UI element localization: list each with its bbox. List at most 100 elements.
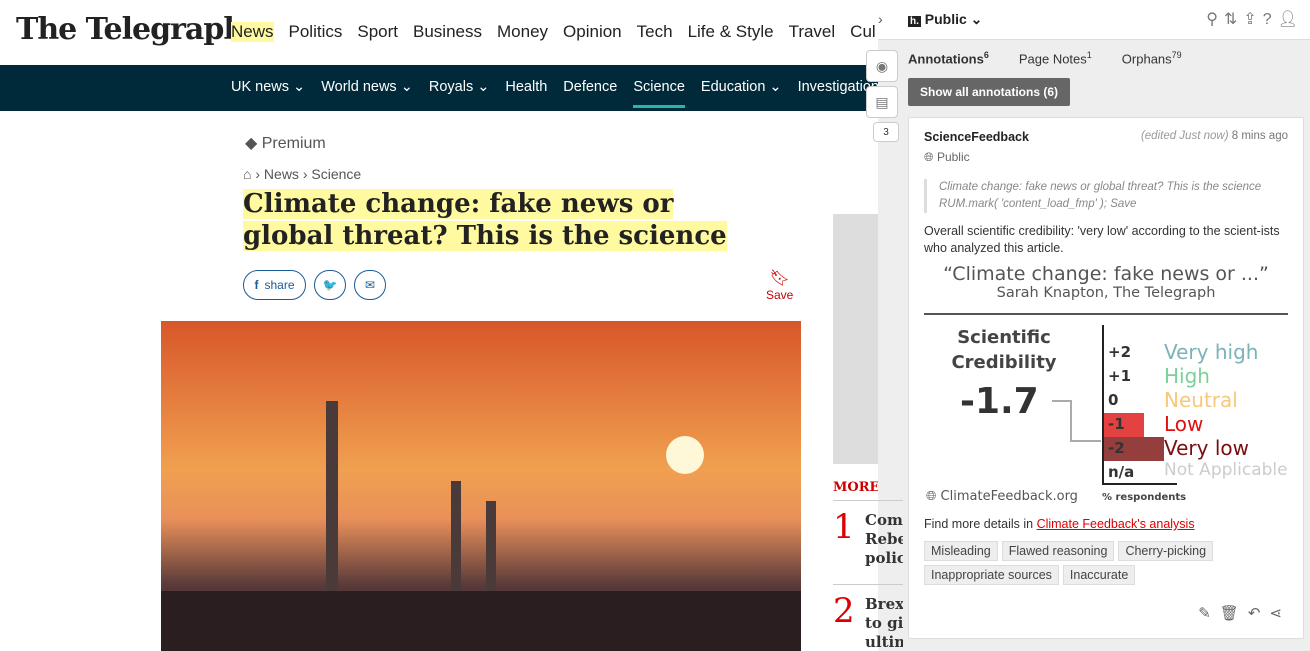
top-nav-item[interactable]: Business	[413, 22, 482, 42]
twitter-icon: 🐦	[322, 278, 338, 292]
top-nav-item[interactable]: Politics	[289, 22, 343, 42]
group-selector[interactable]: h. Public ⌄	[908, 11, 982, 28]
sub-nav-item[interactable]: Royals ⌄	[429, 79, 490, 108]
credibility-label: Scientific Credibility	[951, 327, 1057, 373]
chimney	[486, 501, 496, 591]
sub-nav-item[interactable]: Science	[633, 79, 685, 108]
top-nav-item[interactable]: Sport	[357, 22, 398, 42]
ground	[161, 591, 801, 651]
top-nav-item[interactable]: Cul	[850, 22, 876, 42]
tag[interactable]: Misleading	[924, 541, 998, 561]
visibility-label: Public	[936, 150, 970, 164]
sub-nav-item[interactable]: Defence	[563, 79, 617, 108]
tab-label: Page Notes	[1018, 51, 1087, 67]
collapse-icon[interactable]: ›	[878, 11, 883, 27]
advertisement[interactable]	[833, 214, 878, 464]
source-text: ClimateFeedback.org	[940, 489, 1078, 504]
story-title[interactable]: Comm Rebe polic	[865, 511, 903, 568]
level-name: Neutral	[1164, 388, 1238, 412]
telegraph-logo[interactable]: The Telegraph	[16, 12, 245, 47]
sidebar-toolstrip: ◉ ▤ 3	[866, 50, 899, 146]
y-axis	[1102, 325, 1104, 485]
level-name: Very low	[1164, 436, 1249, 460]
save-button[interactable]: 🔖︎ Save	[766, 268, 793, 302]
edited-label: (edited Just now)	[1140, 130, 1229, 142]
breadcrumb-news[interactable]: News	[264, 166, 299, 182]
climatefeedback-logo: 🌐︎ ClimateFeedback.org	[926, 489, 1078, 504]
chimney	[326, 401, 338, 591]
tab-page-notes[interactable]: Page Notes1	[1019, 50, 1092, 66]
new-page-note-button[interactable]: ▤	[866, 86, 898, 118]
facebook-icon: f	[254, 278, 259, 292]
level-value: +1	[1108, 367, 1132, 385]
email-share-button[interactable]: ✉	[354, 270, 386, 300]
tab-annotations[interactable]: Annotations6	[908, 50, 989, 66]
email-icon: ✉	[364, 278, 376, 292]
tab-orphans[interactable]: Orphans79	[1122, 50, 1182, 66]
group-name: Public	[924, 11, 967, 27]
sidebar-tabs: Annotations6 Page Notes1 Orphans79	[908, 50, 1182, 66]
tag[interactable]: Inaccurate	[1062, 565, 1136, 585]
top-nav-item[interactable]: Tech	[637, 22, 673, 42]
twitter-share-button[interactable]: 🐦	[314, 270, 346, 300]
show-all-annotations-button[interactable]: Show all annotations (6)	[908, 78, 1071, 106]
top-nav: News Politics Sport Business Money Opinion Tec…	[231, 22, 876, 42]
story-item[interactable]: 1 Comm Rebe polic	[833, 500, 903, 584]
top-nav-item[interactable]: Travel	[789, 22, 836, 42]
search-icon[interactable]: ⚲	[1206, 11, 1224, 28]
tab-count: 6	[983, 50, 989, 60]
sub-nav-bar: UK news ⌄ World news ⌄ Royals ⌄ Health Defen…	[0, 65, 886, 111]
axis-label: % respondents	[1102, 492, 1187, 503]
tab-count: 79	[1171, 50, 1182, 60]
tab-count: 1	[1086, 50, 1092, 60]
top-nav-item[interactable]: Opinion	[563, 22, 622, 42]
breadcrumb-science[interactable]: Science	[311, 166, 361, 182]
annotation-quote: Climate change: fake news or global thre…	[924, 179, 1288, 213]
top-nav-item[interactable]: Life & Style	[688, 22, 774, 42]
tag[interactable]: Flawed reasoning	[1001, 541, 1115, 561]
badge-count: 3	[883, 126, 889, 138]
top-nav-item[interactable]: News	[231, 22, 274, 42]
tag[interactable]: Inappropriate sources	[924, 565, 1059, 585]
annotation-time[interactable]: 8 mins ago	[1232, 130, 1288, 142]
home-icon[interactable]: ⌂	[243, 166, 251, 182]
annotation-body: Overall scientific credibility: 'very lo…	[924, 224, 1280, 255]
delete-icon[interactable]: 🗑︎	[1220, 605, 1248, 622]
annotation-user[interactable]: ScienceFeedback	[924, 130, 1029, 144]
facebook-share-button[interactable]: f share	[243, 270, 306, 300]
sub-nav-item[interactable]: Education ⌄	[701, 79, 782, 108]
globe-icon: 🌐︎	[924, 150, 934, 164]
figure-title: “Climate change: fake news or ...”	[943, 263, 1269, 285]
sub-nav-item[interactable]: World news ⌄	[321, 79, 413, 108]
story-number: 2	[833, 591, 855, 631]
sort-icon[interactable]: ⇅	[1224, 11, 1243, 28]
level-name: High	[1164, 364, 1210, 388]
edit-icon[interactable]: ✎	[1198, 605, 1220, 622]
story-number: 1	[833, 507, 855, 547]
sub-nav-item[interactable]: UK news ⌄	[231, 79, 305, 108]
annotation-count-badge[interactable]: 3	[873, 122, 899, 142]
arrow-line	[1052, 400, 1072, 442]
analysis-link[interactable]: Climate Feedback's analysis	[1037, 517, 1195, 531]
toggle-highlights-button[interactable]: ◉	[866, 50, 898, 82]
level-name: Not Applicable	[1164, 460, 1288, 480]
hero-image	[161, 321, 801, 651]
tag[interactable]: Cherry-picking	[1118, 541, 1214, 561]
reply-icon[interactable]: ↶	[1248, 605, 1270, 622]
share-icon[interactable]: ⋖	[1269, 605, 1291, 622]
hypothesis-sidebar: › h. Public ⌄ ⚲⇅⇪?👤︎ Annotations6 Page N…	[878, 0, 1310, 651]
level-value: +2	[1108, 343, 1132, 361]
sub-nav: UK news ⌄ World news ⌄ Royals ⌄ Health Defen…	[231, 79, 886, 108]
sub-nav-item[interactable]: Health	[505, 79, 547, 108]
help-icon[interactable]: ?	[1263, 11, 1278, 28]
share-icon[interactable]: ⇪	[1243, 11, 1262, 28]
eye-icon: ◉	[875, 57, 889, 74]
annotation-card: ScienceFeedback (edited Just now) 8 mins…	[908, 117, 1304, 639]
save-label: Save	[766, 288, 794, 302]
user-icon[interactable]: 👤︎	[1278, 11, 1304, 28]
top-nav-item[interactable]: Money	[497, 22, 548, 42]
story-title[interactable]: Brexi to giv ultim	[865, 595, 903, 651]
more-stories-heading: MORE STORIES	[833, 480, 878, 495]
x-axis	[1102, 483, 1177, 485]
story-item[interactable]: 2 Brexi to giv ultim	[833, 584, 903, 651]
